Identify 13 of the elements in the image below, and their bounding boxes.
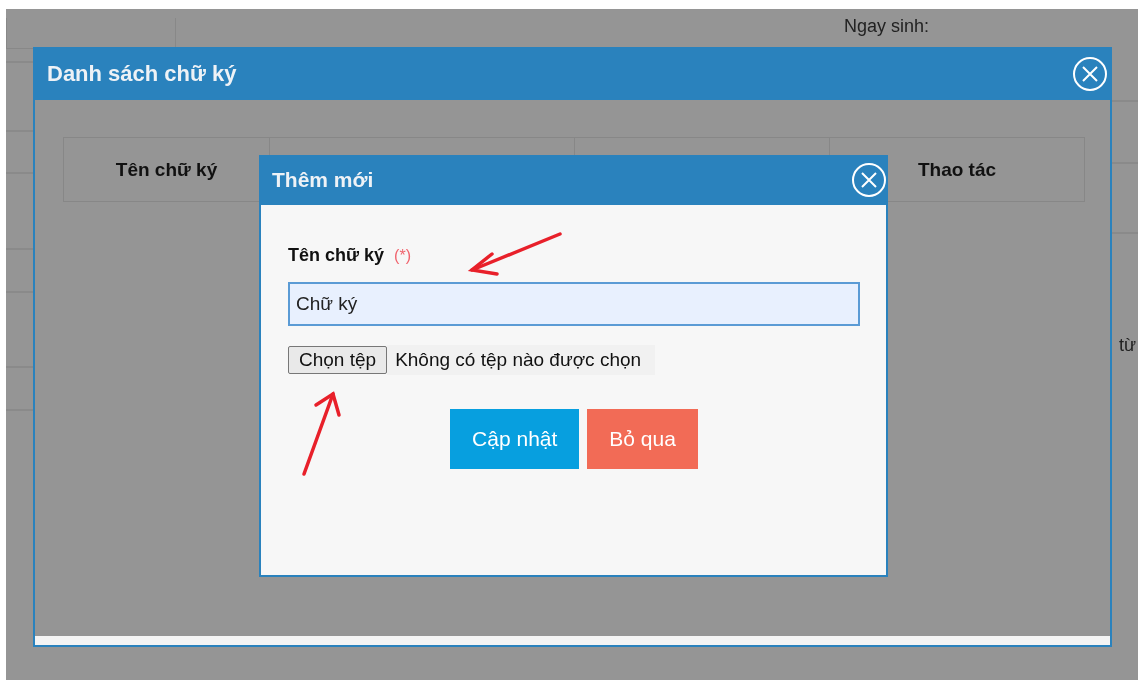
background-text: từ xyxy=(1119,335,1137,356)
required-mark: (*) xyxy=(394,247,411,265)
close-icon[interactable] xyxy=(851,162,887,198)
column-title: Tên chữ ký xyxy=(115,158,218,181)
column-title: Thao tác xyxy=(917,158,997,181)
background-text: Ngay sinh: xyxy=(844,16,930,37)
input-field[interactable]: Chữ ký xyxy=(288,282,860,326)
choose-file-button[interactable]: Chọn tệp xyxy=(288,346,388,374)
field-label: Tên chữ ký xyxy=(288,245,385,266)
dialog-title: Danh sách chữ ký xyxy=(47,60,237,87)
close-icon[interactable] xyxy=(1072,55,1108,92)
dialog-title: Thêm mới xyxy=(272,168,374,192)
file-status: Không có tệp nào được chọn xyxy=(387,345,656,375)
